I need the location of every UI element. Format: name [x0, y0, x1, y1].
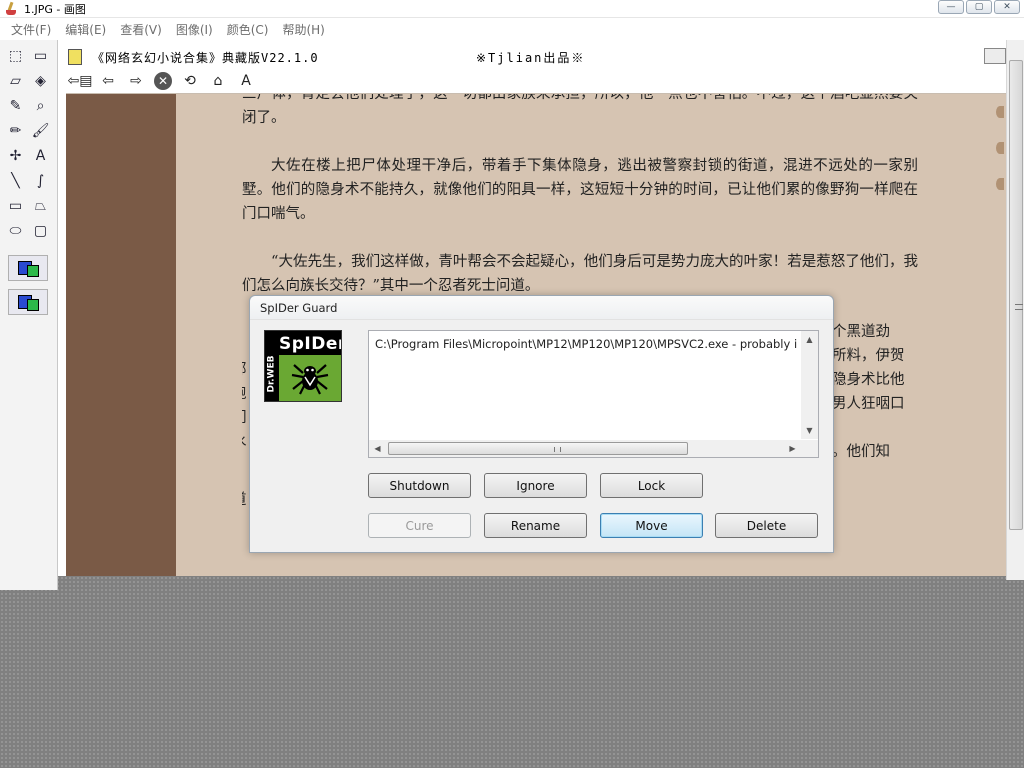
viewer-close-icon — [984, 48, 1006, 64]
logo-brand: Dr.WEB — [266, 355, 277, 393]
viewer-credit: ※Tjlian出品※ — [476, 50, 586, 65]
delete-button[interactable]: Delete — [715, 513, 818, 538]
logo-text: SpIDer — [279, 334, 342, 354]
text-tool-icon[interactable]: A — [28, 144, 53, 168]
color-picker-tool-icon[interactable]: ✎ — [3, 94, 28, 118]
book-paragraph: 三户体，肯定会他们处理了，这一切都由家族来承担，所以，他一点也不害怕。不过，这个… — [242, 94, 918, 126]
list-vertical-scrollbar[interactable]: ▲ ▼ — [801, 331, 818, 439]
text-fragment: 所料，伊贺 — [832, 348, 905, 364]
text-fragment: 道 — [242, 488, 247, 512]
text-fragment: 隐身术比他 — [832, 372, 905, 388]
text-fragment: 男人狂咽口 — [832, 396, 905, 412]
book-icon — [68, 49, 82, 65]
viewer-titlebar: 《网络玄幻小说合集》典藏版V22.1.0 ※Tjlian出品※ — [66, 46, 1006, 68]
infected-files-list[interactable]: C:\Program Files\Micropoint\MP12\MP120\M… — [368, 330, 819, 458]
menu-bar: 文件(F) 编辑(E) 查看(V) 图像(I) 颜色(C) 帮助(H) — [0, 18, 1024, 40]
book-paragraph: 大佐在楼上把尸体处理干净后，带着手下集体隐身，逃出被警察封锁的街道，混进不远处的… — [242, 158, 918, 222]
window-title: 1.JPG - 画图 — [24, 2, 86, 16]
horizontal-scroll-thumb[interactable] — [388, 442, 688, 455]
shutdown-button[interactable]: Shutdown — [368, 473, 471, 498]
font-icon: A — [241, 72, 251, 89]
free-select-tool-icon[interactable]: ⬚ — [3, 44, 28, 68]
toc-icon: ⇦▤ — [67, 72, 93, 89]
viewer-markers — [996, 106, 1006, 214]
curve-tool-icon[interactable]: ∫ — [28, 169, 53, 193]
back-arrow-icon: ⇦ — [102, 72, 114, 89]
menu-edit[interactable]: 编辑(E) — [58, 21, 113, 38]
scroll-right-icon[interactable]: ▶ — [784, 440, 801, 457]
window-titlebar: 1.JPG - 画图 — ▢ ✕ — [0, 0, 1024, 18]
window-controls: — ▢ ✕ — [938, 0, 1020, 14]
paint-app-icon — [4, 1, 18, 16]
maximize-button[interactable]: ▢ — [966, 0, 992, 14]
ignore-button[interactable]: Ignore — [484, 473, 587, 498]
scrollbar-corner — [801, 440, 818, 457]
forward-arrow-icon: ⇨ — [130, 72, 142, 89]
airbrush-tool-icon[interactable]: ✢ — [3, 144, 28, 168]
page-margin — [66, 94, 176, 576]
menu-view[interactable]: 查看(V) — [113, 21, 169, 38]
drweb-spider-logo: SpIDer Dr.WEB — [264, 330, 342, 402]
canvas-vertical-scrollbar[interactable] — [1006, 40, 1024, 580]
polygon-tool-icon[interactable]: ⏢ — [28, 194, 53, 218]
minimize-button[interactable]: — — [938, 0, 964, 14]
brush-tool-icon[interactable]: 🖌 — [28, 119, 53, 143]
scroll-left-icon[interactable]: ◀ — [369, 440, 386, 457]
tool-palette: ⬚ ▭ ▱ ◈ ✎ ⌕ ✏ 🖌 ✢ A ╲ ∫ ▭ ⏢ ⬭ ▢ — [0, 40, 58, 590]
scrollbar-thumb[interactable] — [1009, 60, 1023, 530]
viewer-toolbar: ⇦▤ ⇦ ⇨ ✕ ⟲ ⌂ A — [66, 68, 1006, 94]
list-item[interactable]: C:\Program Files\Micropoint\MP12\MP120\M… — [375, 337, 798, 351]
pencil-tool-icon[interactable]: ✏ — [3, 119, 28, 143]
refresh-icon: ⟲ — [184, 72, 196, 89]
text-fragment: 。他们知 — [832, 444, 890, 460]
spider-icon — [291, 364, 329, 395]
marker-icon — [996, 142, 1004, 154]
rounded-rectangle-tool-icon[interactable]: ▢ — [28, 219, 53, 243]
text-fragment: 个黑道劲 — [832, 324, 890, 340]
dialog-title: SpIDer Guard — [250, 296, 833, 320]
spider-guard-dialog: SpIDer Guard SpIDer Dr.WEB C:\Program Fi… — [249, 295, 834, 553]
move-button[interactable]: Move — [600, 513, 703, 538]
ellipse-tool-icon[interactable]: ⬭ — [3, 219, 28, 243]
eraser-tool-icon[interactable]: ▱ — [3, 69, 28, 93]
rename-button[interactable]: Rename — [484, 513, 587, 538]
tool-option-opaque[interactable] — [8, 255, 48, 281]
tool-option-transparent[interactable] — [8, 289, 48, 315]
fill-tool-icon[interactable]: ◈ — [28, 69, 53, 93]
right-fragments: 个黑道劲 所料，伊贺 隐身术比他 男人狂咽口 。他们知 — [832, 320, 917, 464]
menu-colors[interactable]: 颜色(C) — [220, 21, 276, 38]
line-tool-icon[interactable]: ╲ — [3, 169, 28, 193]
lock-button[interactable]: Lock — [600, 473, 703, 498]
book-paragraph: “大佐先生，我们这样做，青叶帮会不会起疑心，他们身后可是势力庞大的叶家！若是惹怒… — [242, 254, 918, 294]
rectangle-tool-icon[interactable]: ▭ — [3, 194, 28, 218]
menu-image[interactable]: 图像(I) — [169, 21, 220, 38]
viewer-title: 《网络玄幻小说合集》典藏版V22.1.0 — [92, 50, 319, 65]
scroll-up-icon[interactable]: ▲ — [801, 331, 818, 348]
cure-button[interactable]: Cure — [368, 513, 471, 538]
menu-file[interactable]: 文件(F) — [4, 21, 58, 38]
select-tool-icon[interactable]: ▭ — [28, 44, 53, 68]
marker-icon — [996, 106, 1004, 118]
magnifier-tool-icon[interactable]: ⌕ — [28, 94, 53, 118]
home-icon: ⌂ — [213, 72, 223, 89]
close-button[interactable]: ✕ — [994, 0, 1020, 14]
scroll-down-icon[interactable]: ▼ — [801, 422, 818, 439]
tool-grid: ⬚ ▭ ▱ ◈ ✎ ⌕ ✏ 🖌 ✢ A ╲ ∫ ▭ ⏢ ⬭ ▢ — [0, 40, 57, 247]
marker-icon — [996, 178, 1004, 190]
menu-help[interactable]: 帮助(H) — [275, 21, 331, 38]
stop-icon: ✕ — [154, 71, 172, 90]
list-horizontal-scrollbar[interactable]: ◀ ▶ — [369, 440, 801, 457]
